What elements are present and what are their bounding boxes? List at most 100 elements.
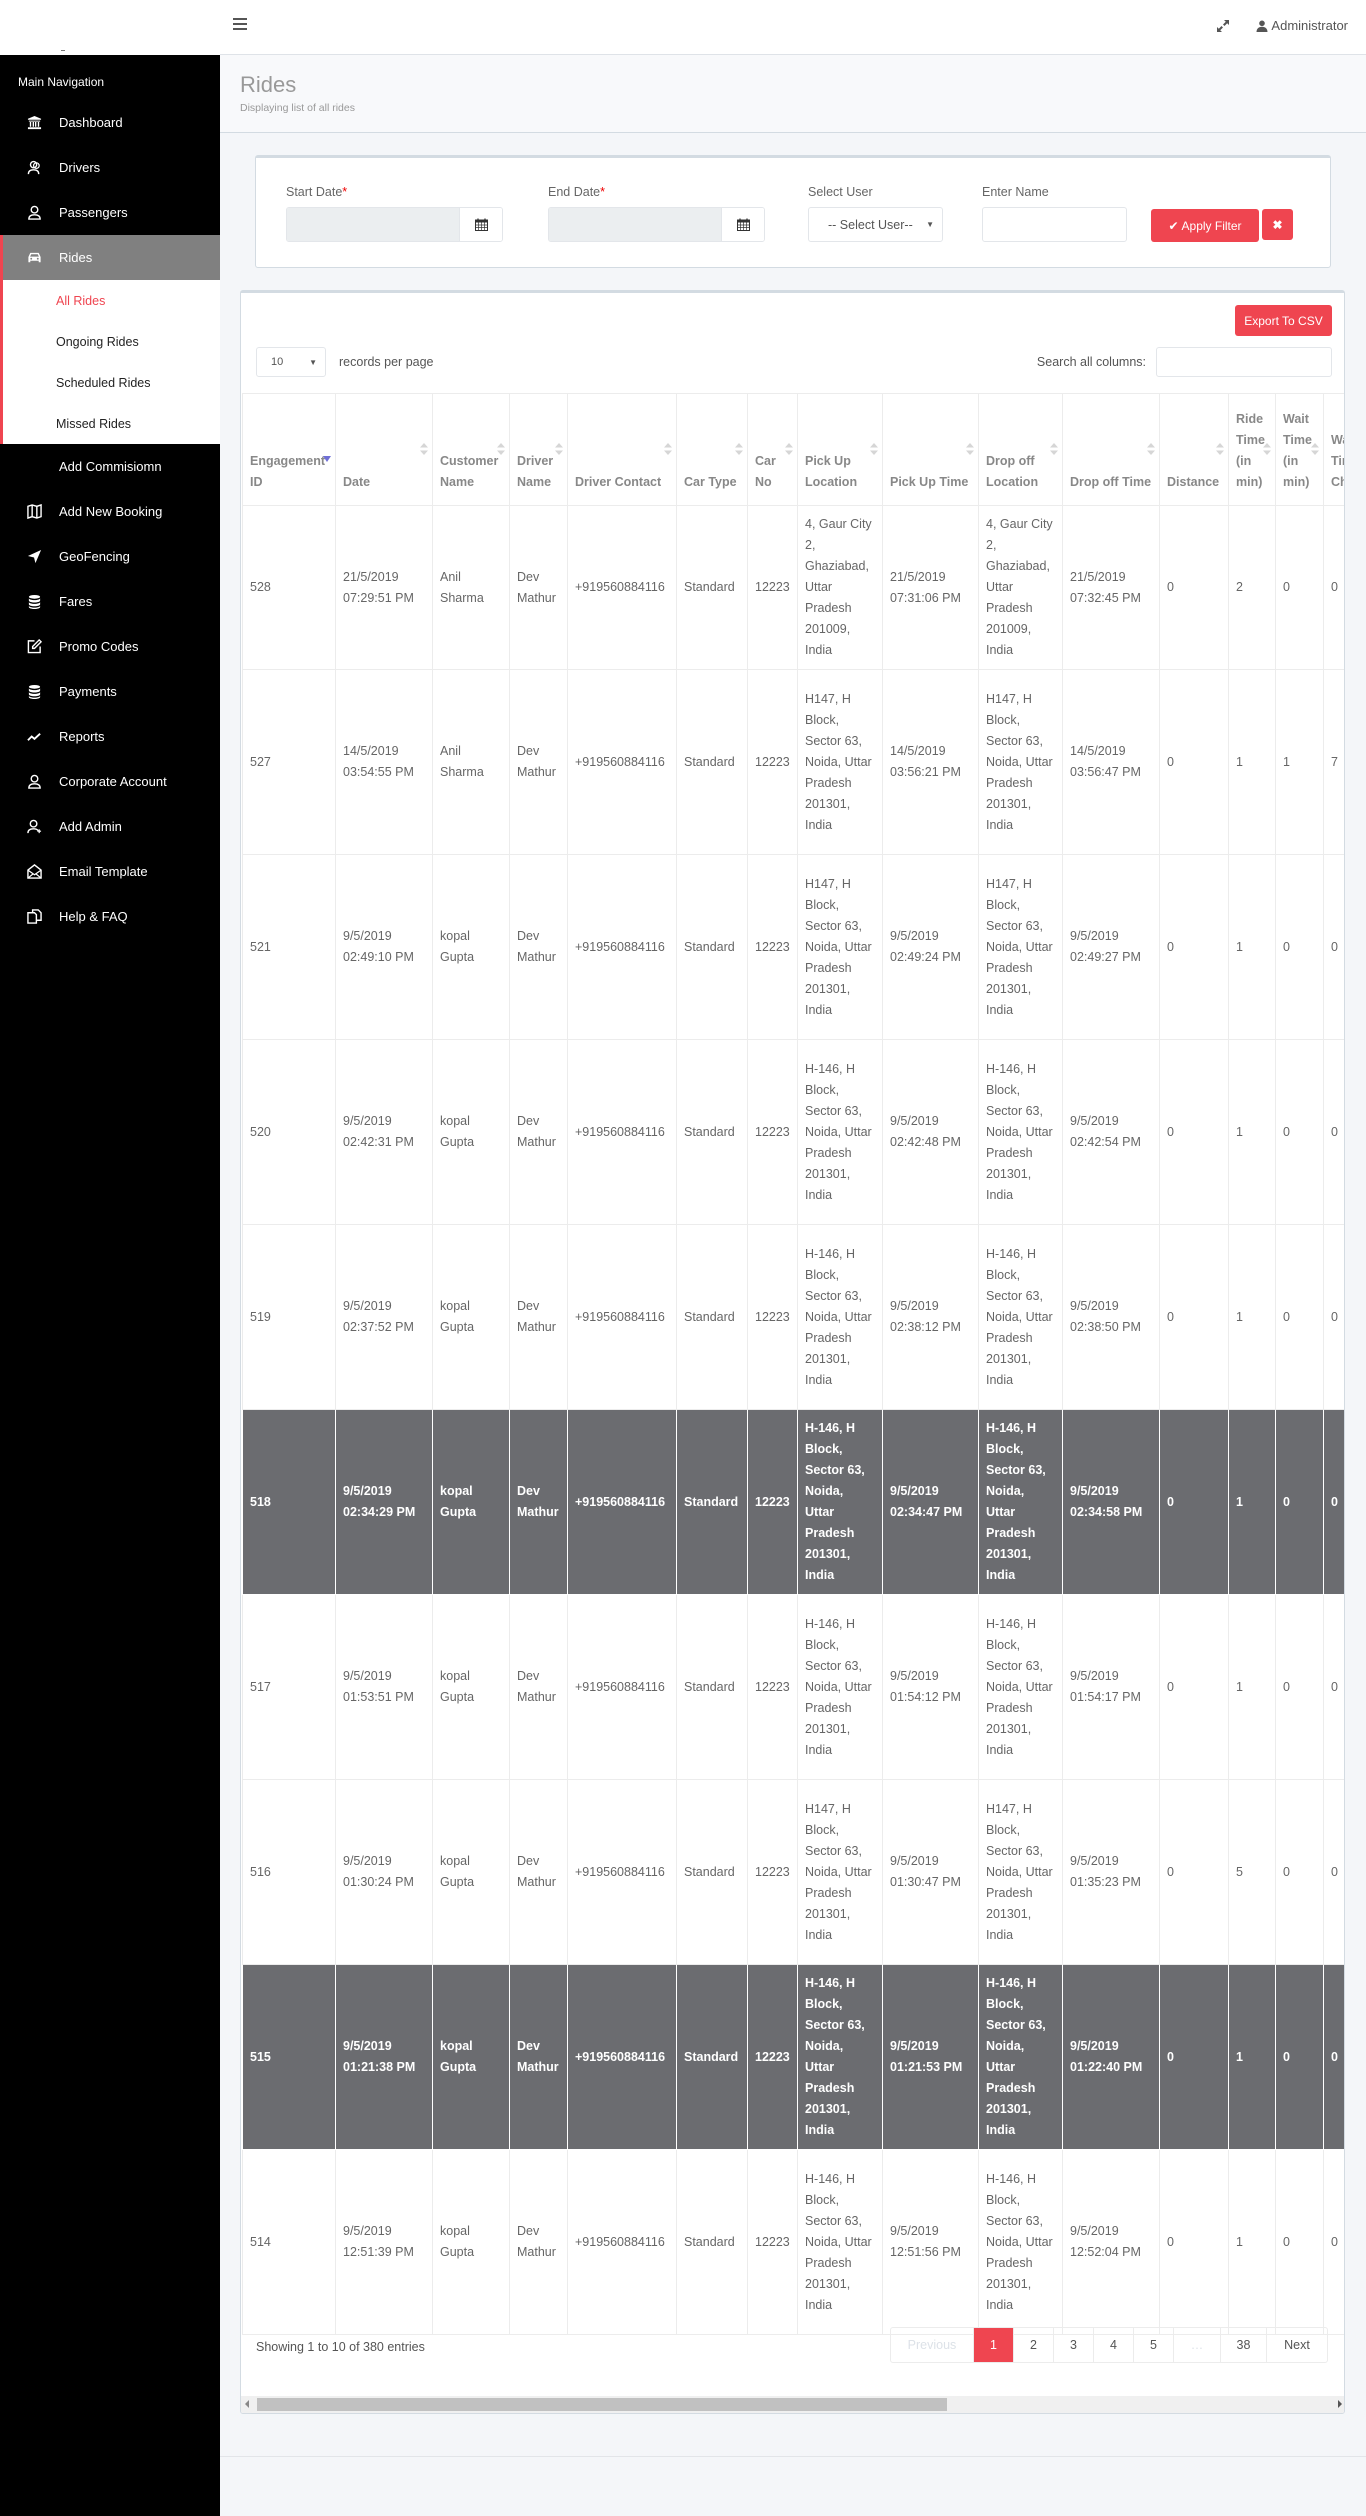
cell-driver: Dev Mathur bbox=[509, 2149, 568, 2335]
sidebar-item-help-faq[interactable]: Help & FAQ bbox=[0, 894, 220, 939]
column-header[interactable]: Driver Name bbox=[509, 393, 568, 506]
table-row[interactable]: 517 9/5/2019 01:53:51 PM kopal Gupta Dev Ma… bbox=[242, 1594, 1344, 1780]
column-header[interactable]: Drop off Time bbox=[1062, 393, 1160, 506]
scroll-left-icon[interactable] bbox=[245, 2400, 249, 2408]
hamburger-icon[interactable] bbox=[233, 18, 247, 32]
sort-icon[interactable] bbox=[1263, 442, 1271, 456]
sidebar-item-label: Corporate Account bbox=[59, 774, 167, 789]
sidebar-item-email-template[interactable]: Email Template bbox=[0, 849, 220, 894]
table-row[interactable]: 527 14/5/2019 03:54:55 PM Anil Sharma Dev M… bbox=[242, 669, 1344, 855]
pagination-page-1[interactable]: 1 bbox=[974, 2328, 1014, 2362]
cell-pickup-time: 9/5/2019 01:21:53 PM bbox=[882, 1964, 979, 2150]
table-row[interactable]: 528 21/5/2019 07:29:51 PM Anil Sharma Dev M… bbox=[242, 505, 1344, 670]
cell-wait-time: 0 bbox=[1275, 1039, 1324, 1225]
sidebar-item-fares[interactable]: Fares bbox=[0, 579, 220, 624]
table-row[interactable]: 516 9/5/2019 01:30:24 PM kopal Gupta Dev Ma… bbox=[242, 1779, 1344, 1965]
select-user-dropdown[interactable]: -- Select User-- ▼ bbox=[808, 207, 943, 242]
column-header[interactable]: Ride Time (in min) bbox=[1228, 393, 1276, 506]
sidebar-item-reports[interactable]: Reports bbox=[0, 714, 220, 759]
apply-filter-button[interactable]: ✔ Apply Filter bbox=[1151, 209, 1259, 242]
table-row[interactable]: 521 9/5/2019 02:49:10 PM kopal Gupta Dev Ma… bbox=[242, 854, 1344, 1040]
table-row[interactable]: 514 9/5/2019 12:51:39 PM kopal Gupta Dev Ma… bbox=[242, 2149, 1344, 2335]
sidebar-item-add-new-booking[interactable]: Add New Booking bbox=[0, 489, 220, 534]
pagination-page-4[interactable]: 4 bbox=[1094, 2328, 1134, 2362]
column-header[interactable]: Date bbox=[335, 393, 433, 506]
column-header[interactable]: Driver Contact bbox=[567, 393, 677, 506]
sort-icon[interactable] bbox=[497, 442, 505, 456]
page-length-select[interactable]: 10 ▼ bbox=[256, 347, 326, 377]
table-row[interactable]: 519 9/5/2019 02:37:52 PM kopal Gupta Dev Ma… bbox=[242, 1224, 1344, 1410]
column-header[interactable]: Distance bbox=[1159, 393, 1229, 506]
table-row-selected[interactable]: 515 9/5/2019 01:21:38 PM kopal Gupta Dev Ma… bbox=[242, 1964, 1344, 2150]
cell-id: 516 bbox=[242, 1779, 336, 1965]
submenu-item-scheduled-rides[interactable]: Scheduled Rides bbox=[3, 362, 220, 403]
pagination-previous[interactable]: Previous bbox=[891, 2328, 974, 2362]
sidebar-item-geofencing[interactable]: GeoFencing bbox=[0, 534, 220, 579]
sidebar-item-rides[interactable]: Rides bbox=[0, 235, 220, 280]
sidebar-item-payments[interactable]: Payments bbox=[0, 669, 220, 714]
cell-wait-time: 0 bbox=[1275, 1409, 1324, 1595]
column-header[interactable]: Customer Name bbox=[432, 393, 510, 506]
cell-drop-time: 9/5/2019 12:52:04 PM bbox=[1062, 2149, 1160, 2335]
scrollbar-thumb[interactable] bbox=[257, 2398, 947, 2411]
column-header[interactable]: Pick Up Time bbox=[882, 393, 979, 506]
column-header[interactable]: Car Type bbox=[676, 393, 748, 506]
admin-user-menu[interactable]: Administrator bbox=[1256, 18, 1348, 33]
start-date-calendar-button[interactable] bbox=[459, 208, 502, 241]
cell-distance: 0 bbox=[1159, 1594, 1229, 1780]
table-row[interactable]: 520 9/5/2019 02:42:31 PM kopal Gupta Dev Ma… bbox=[242, 1039, 1344, 1225]
pagination-page-3[interactable]: 3 bbox=[1054, 2328, 1094, 2362]
column-header[interactable]: Pick Up Location bbox=[797, 393, 883, 506]
cell-car-no: 12223 bbox=[747, 1039, 798, 1225]
sort-desc-icon[interactable] bbox=[323, 450, 331, 464]
sort-icon[interactable] bbox=[1216, 442, 1224, 456]
enter-name-input[interactable] bbox=[982, 207, 1127, 242]
sort-icon[interactable] bbox=[1147, 442, 1155, 456]
sidebar-item-corporate-account[interactable]: Corporate Account bbox=[0, 759, 220, 804]
cell-date: 14/5/2019 03:54:55 PM bbox=[335, 669, 433, 855]
column-header[interactable]: Engagement ID bbox=[242, 393, 336, 506]
submenu-item-ongoing-rides[interactable]: Ongoing Rides bbox=[3, 321, 220, 362]
sort-icon[interactable] bbox=[966, 442, 974, 456]
expand-icon[interactable] bbox=[1216, 19, 1230, 33]
end-date-calendar-button[interactable] bbox=[721, 208, 764, 241]
pagination-next[interactable]: Next bbox=[1267, 2328, 1327, 2362]
column-header[interactable]: Drop off Location bbox=[978, 393, 1063, 506]
scroll-right-icon[interactable] bbox=[1338, 2400, 1342, 2408]
submenu-item-all-rides[interactable]: All Rides bbox=[3, 280, 220, 321]
column-header[interactable]: Car No bbox=[747, 393, 798, 506]
sort-icon[interactable] bbox=[735, 442, 743, 456]
sort-icon[interactable] bbox=[1050, 442, 1058, 456]
sidebar-item-label: Reports bbox=[59, 729, 105, 744]
submenu-item-missed-rides[interactable]: Missed Rides bbox=[3, 403, 220, 444]
cell-drop-loc: H-146, H Block, Sector 63, Noida, Uttar … bbox=[978, 1039, 1063, 1225]
sidebar-item-dashboard[interactable]: Dashboard bbox=[0, 100, 220, 145]
sort-icon[interactable] bbox=[1311, 442, 1319, 456]
clear-filter-button[interactable]: ✖ bbox=[1262, 209, 1293, 240]
search-input[interactable] bbox=[1156, 347, 1332, 377]
sidebar-item-promo-codes[interactable]: Promo Codes bbox=[0, 624, 220, 669]
column-header[interactable]: Wait Time Charge bbox=[1323, 393, 1344, 506]
sidebar-item-drivers[interactable]: Drivers bbox=[0, 145, 220, 190]
export-csv-button[interactable]: Export To CSV bbox=[1235, 305, 1332, 336]
column-header[interactable]: Wait Time (in min) bbox=[1275, 393, 1324, 506]
sidebar-item-add-admin[interactable]: Add Admin bbox=[0, 804, 220, 849]
users-icon bbox=[26, 160, 42, 176]
sort-icon[interactable] bbox=[870, 442, 878, 456]
end-date-input[interactable] bbox=[549, 208, 721, 241]
start-date-input[interactable] bbox=[287, 208, 459, 241]
sort-icon[interactable] bbox=[555, 442, 563, 456]
cell-id: 528 bbox=[242, 505, 336, 670]
horizontal-scrollbar[interactable] bbox=[241, 2396, 1344, 2413]
sort-icon[interactable] bbox=[785, 442, 793, 456]
table-row-selected[interactable]: 518 9/5/2019 02:34:29 PM kopal Gupta Dev Ma… bbox=[242, 1409, 1344, 1595]
sidebar-item-add-commission[interactable]: Add Commisiomn bbox=[0, 444, 220, 489]
filter-panel: Start Date* End Date* Select User -- Sel… bbox=[255, 155, 1331, 268]
cell-date: 9/5/2019 01:21:38 PM bbox=[335, 1964, 433, 2150]
sidebar-item-passengers[interactable]: Passengers bbox=[0, 190, 220, 235]
sort-icon[interactable] bbox=[664, 442, 672, 456]
sort-icon[interactable] bbox=[420, 442, 428, 456]
pagination-page-5[interactable]: 5 bbox=[1134, 2328, 1174, 2362]
pagination-page-38[interactable]: 38 bbox=[1221, 2328, 1267, 2362]
pagination-page-2[interactable]: 2 bbox=[1014, 2328, 1054, 2362]
